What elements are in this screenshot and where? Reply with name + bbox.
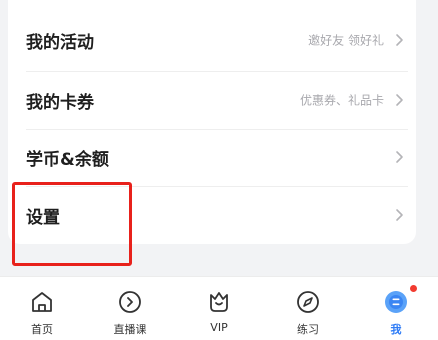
tab-home[interactable]: 首页 (7, 277, 77, 340)
menu-item-subtitle: 优惠券、礼品卡 (299, 93, 384, 108)
tab-label: 我 (390, 323, 402, 336)
chevron-right-icon (396, 34, 403, 46)
tab-label: 练习 (297, 323, 319, 336)
tab-vip[interactable]: VIP (184, 277, 254, 340)
menu-item-coins-balance[interactable]: 学币&余额 (26, 128, 408, 186)
highlight-box (12, 182, 132, 266)
tab-label: VIP (210, 321, 228, 334)
chevron-right-icon (396, 209, 403, 221)
menu-item-subtitle: 邀好友 领好礼 (308, 33, 384, 48)
profile-page: 我的活动 邀好友 领好礼 我的卡券 优惠券、礼品卡 学币&余额 设置 首页 直播… (0, 0, 438, 340)
bottom-tab-bar: 首页 直播课 VIP 练习 我 (0, 276, 438, 340)
tab-label: 首页 (31, 323, 53, 336)
tab-label: 直播课 (113, 323, 147, 336)
menu-item-label: 学币&余额 (26, 149, 109, 170)
home-icon (32, 292, 52, 312)
menu-item-activities[interactable]: 我的活动 邀好友 领好礼 (26, 11, 408, 69)
tab-live[interactable]: 直播课 (95, 277, 165, 340)
me-icon (385, 291, 407, 313)
menu-item-coupons[interactable]: 我的卡券 优惠券、礼品卡 (26, 71, 408, 129)
tab-me[interactable]: 我 (361, 277, 431, 340)
menu-item-label: 我的活动 (26, 32, 94, 53)
notification-dot (410, 285, 417, 292)
vip-crown-icon (210, 292, 228, 312)
tab-practice[interactable]: 练习 (273, 277, 343, 340)
menu-item-label: 我的卡券 (26, 92, 94, 113)
practice-icon (297, 291, 319, 313)
chevron-right-icon (396, 151, 403, 163)
live-icon (119, 291, 141, 313)
chevron-right-icon (396, 94, 403, 106)
